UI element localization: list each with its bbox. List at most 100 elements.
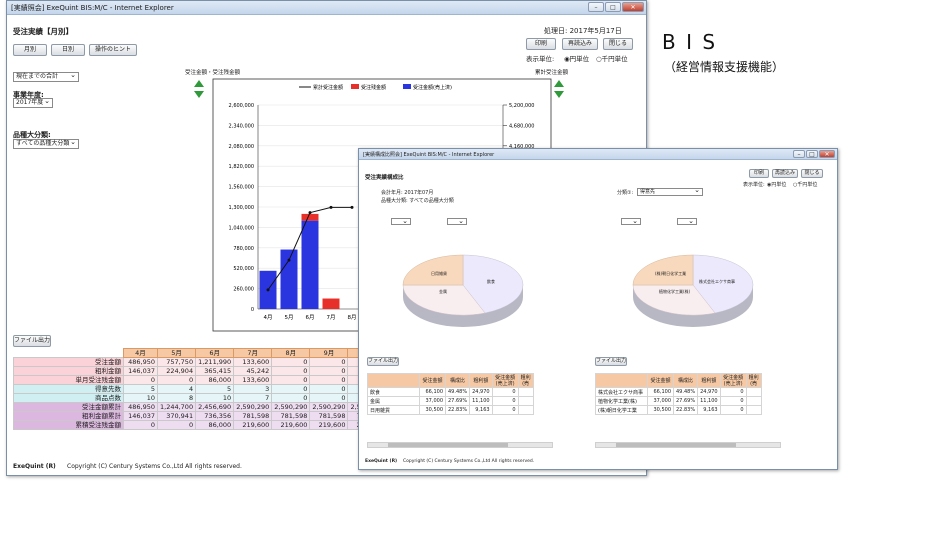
- pie-right-label-2: (株)朝日化学工業: [655, 271, 687, 276]
- unit-yen-radio[interactable]: ◉円単位: [564, 53, 589, 63]
- table-cell: 486,950: [123, 357, 158, 367]
- table-cell: 757,750: [156, 357, 197, 367]
- sub-minimize-icon[interactable]: –: [793, 150, 805, 158]
- table-row: 得意先数5453000: [13, 384, 387, 394]
- table-cell: 146,037: [123, 366, 158, 376]
- table-cell: 7: [233, 393, 273, 403]
- table-cell: 0: [719, 396, 747, 406]
- sub-footer-copyright: Copyright (C) Century Systems Co.,Ltd Al…: [403, 459, 535, 464]
- table-header-row: 4月5月6月7月8月9月10月: [14, 348, 387, 358]
- table-row: 飲食 66,100 49.48% 24,970 0: [367, 387, 534, 397]
- column-header: 粗利 (売: [517, 373, 534, 388]
- left-h-scrollbar[interactable]: [367, 442, 553, 448]
- row-label: 粗利金額累計: [13, 411, 124, 421]
- month-header: 4月: [123, 348, 158, 358]
- table-row: 累積受注残金額0086,000219,600219,600219,600219,…: [13, 420, 387, 430]
- row-label: 得意先数: [13, 384, 124, 394]
- month-header: 8月: [271, 348, 311, 358]
- tab-monthly[interactable]: 月別: [13, 44, 47, 56]
- bar-remaining: [322, 298, 340, 309]
- sub-print-button[interactable]: 印刷: [749, 169, 769, 178]
- table-row: 粗利金額累計 146,037 370,941 736,356 781,598 781,59…: [13, 411, 387, 421]
- table-cell: 株式会社エクサ商事: [595, 387, 648, 397]
- table-row: 商品点数108107000: [13, 393, 387, 403]
- table-header-row: 受注金額 構成比 粗利額 受注金額 (売上済) 粗利 (売: [367, 373, 534, 388]
- table-cell: (株)朝日化学工業: [595, 405, 648, 415]
- tab-hints[interactable]: 操作のヒント: [89, 44, 137, 56]
- y-tick-label: 1,300,000: [229, 205, 254, 211]
- sub-filter-select-3[interactable]: [621, 217, 641, 225]
- scroll-down-right-icon[interactable]: [554, 91, 564, 98]
- table-cell: 365,415: [195, 366, 235, 376]
- legend-remaining-swatch: [351, 84, 359, 89]
- sub-maximize-icon[interactable]: □: [806, 150, 818, 158]
- y-tick-label: 780,000: [233, 246, 254, 252]
- table-cell: 27.69%: [672, 396, 699, 406]
- sub-filter-select-2[interactable]: [447, 217, 467, 225]
- y-tick-label: 260,000: [233, 287, 254, 293]
- reload-button[interactable]: 再読込み: [562, 38, 598, 50]
- sub-reload-button[interactable]: 再読込み: [772, 169, 798, 178]
- legend-sold-swatch: [403, 84, 411, 89]
- pie-left-label-3: 飲食: [487, 279, 495, 284]
- table-cell: 66,100: [647, 387, 674, 397]
- table-cell: 0: [309, 393, 349, 403]
- monthly-table: 4月5月6月7月8月9月10月受注金額486,950757,7501,211,9…: [13, 348, 387, 430]
- table-cell: 4: [156, 384, 197, 394]
- y-tick-label: 1,040,000: [229, 225, 254, 231]
- composition-table-left: 受注金額 構成比 粗利額 受注金額 (売上済) 粗利 (売 飲食 66,100 49.48% 2…: [367, 373, 534, 415]
- row-label: 受注金額: [13, 357, 124, 367]
- unit-label: 表示単位:: [526, 55, 555, 63]
- table-cell: 37,000: [419, 396, 446, 406]
- column-header: 受注金額 (売上済): [491, 373, 519, 388]
- sub-axis-label: 分類①:: [617, 190, 634, 196]
- sub-unit-yen-radio[interactable]: ◉円単位: [767, 181, 786, 188]
- close-button[interactable]: 閉じる: [603, 38, 633, 50]
- table-cell: 3: [233, 384, 273, 394]
- table-cell: 133,600: [233, 375, 273, 385]
- cumulative-point: [287, 258, 291, 262]
- table-cell: [745, 405, 762, 415]
- table-cell: 飲食: [367, 387, 420, 397]
- table-cell: 0: [309, 357, 349, 367]
- table-cell: 0: [491, 396, 519, 406]
- sub-close-icon[interactable]: ✕: [819, 150, 835, 158]
- category-select[interactable]: すべての品種大分類: [13, 138, 79, 149]
- sub-filter-select-4[interactable]: [677, 217, 697, 225]
- year-select[interactable]: 2017年度: [13, 97, 53, 108]
- sub-axis-select[interactable]: 得意先: [637, 187, 703, 196]
- table-cell: 49.48%: [444, 387, 471, 397]
- table-cell: 219,600: [309, 420, 349, 430]
- sub-file-export-left[interactable]: ファイル出力: [367, 357, 399, 366]
- sub-period: 会計年月: 2017年07月: [381, 190, 434, 196]
- sub-close-button[interactable]: 閉じる: [801, 169, 823, 178]
- table-cell: 2,590,290: [271, 402, 311, 412]
- table-cell: 219,600: [271, 420, 311, 430]
- table-cell: 219,600: [233, 420, 273, 430]
- sub-filter-select-1[interactable]: [391, 217, 411, 225]
- table-cell: 0: [309, 384, 349, 394]
- unit-thousand-radio[interactable]: ○千円単位: [596, 53, 628, 63]
- file-export-button[interactable]: ファイル出力: [13, 335, 51, 347]
- maximize-icon[interactable]: □: [605, 2, 621, 12]
- table-row: 金属 37,000 27.69% 11,100 0: [367, 396, 534, 406]
- table-cell: 0: [156, 420, 197, 430]
- footer-copyright: Copyright (C) Century Systems Co.,Ltd Al…: [67, 463, 242, 470]
- cumulative-point: [308, 211, 312, 215]
- page-title: 受注実績【月別】: [13, 27, 73, 36]
- table-row: 受注金額486,950757,7501,211,990133,600000: [13, 357, 387, 367]
- row-label: 粗利金額: [13, 366, 124, 376]
- table-cell: 27.69%: [444, 396, 471, 406]
- column-header: 受注金額 (売上済): [719, 373, 747, 388]
- sub-file-export-right[interactable]: ファイル出力: [595, 357, 627, 366]
- period-select[interactable]: 現在までの合計: [13, 71, 79, 82]
- minimize-icon[interactable]: –: [588, 2, 604, 12]
- right-h-scrollbar[interactable]: [595, 442, 781, 448]
- tab-daily[interactable]: 日別: [51, 44, 85, 56]
- sub-unit-thousand-radio[interactable]: ○千円単位: [793, 181, 817, 188]
- close-icon[interactable]: ✕: [622, 2, 644, 12]
- scroll-up-right-icon[interactable]: [554, 80, 564, 87]
- print-button[interactable]: 印刷: [526, 38, 556, 50]
- pie-chart-left: [402, 254, 524, 327]
- table-cell: 0: [309, 375, 349, 385]
